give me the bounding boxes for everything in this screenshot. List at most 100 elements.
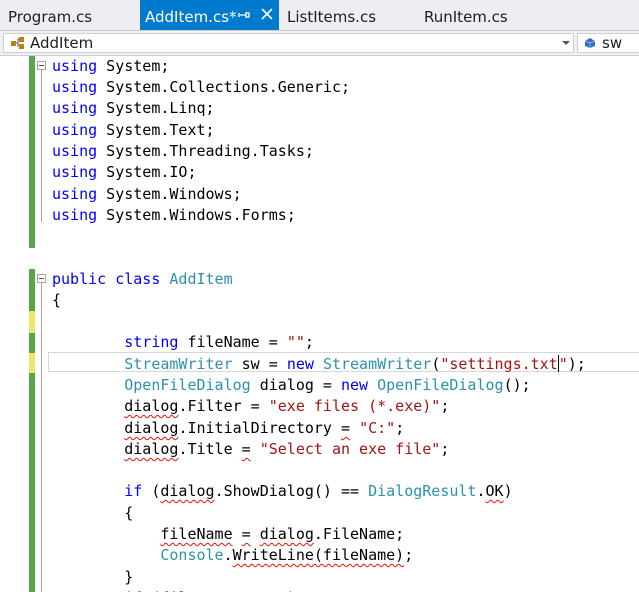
saved-change-marker [29, 333, 35, 353]
code-line[interactable]: fileName = dialog.FileName; [52, 524, 404, 545]
code-token: (); [503, 376, 531, 394]
code-token: OK [485, 482, 504, 500]
code-token: dialog [124, 440, 179, 458]
code-token: dialog = [250, 376, 341, 394]
code-editor[interactable]: using System; using System.Collections.Ge… [0, 56, 639, 592]
code-token: new [286, 355, 314, 373]
code-token: = [241, 440, 251, 458]
code-token: using [52, 185, 98, 203]
code-token: ; [304, 333, 314, 351]
code-token: using [52, 121, 98, 139]
code-token: = [341, 419, 351, 437]
code-token: ; [404, 546, 414, 564]
code-token: System.Threading.Tasks; [97, 142, 314, 160]
code-token: .Title [178, 440, 242, 458]
tab-label: RunItem.cs [424, 8, 508, 26]
code-token: { [52, 291, 62, 309]
tab-label: ListItems.cs [287, 8, 377, 26]
code-line[interactable]: using System.IO; [52, 162, 197, 183]
member-dropdown-value: sw [602, 34, 623, 52]
code-token: dialog [160, 482, 215, 500]
code-token: OpenFileDialog [124, 376, 251, 394]
code-token: class [115, 270, 161, 288]
code-token: OpenFileDialog [377, 376, 504, 394]
code-line[interactable]: public class AddItem [52, 269, 233, 290]
code-line[interactable]: string fileName = ""; [52, 332, 314, 353]
code-line[interactable]: using System.Windows.Forms; [52, 205, 296, 226]
code-line[interactable]: using System.Threading.Tasks; [52, 141, 314, 162]
code-token: ; [440, 440, 450, 458]
chevron-down-icon[interactable] [562, 41, 570, 45]
code-token: ) [503, 482, 513, 500]
member-dropdown[interactable]: sw [577, 33, 639, 53]
collapse-toggle[interactable] [37, 61, 46, 70]
type-dropdown[interactable]: AddItem [3, 33, 574, 53]
code-token: System.Windows.Forms; [97, 206, 296, 224]
unsaved-change-marker [29, 311, 35, 333]
outline-guide [41, 283, 42, 592]
code-line[interactable]: dialog.InitialDirectory = "C:"; [52, 418, 404, 439]
code-line[interactable]: StreamWriter sw = new StreamWriter("sett… [52, 354, 586, 375]
code-line[interactable]: using System.Windows; [52, 184, 242, 205]
code-token: sw = [232, 355, 287, 373]
code-line[interactable]: using System.Linq; [52, 98, 215, 119]
code-line[interactable]: dialog.Title = "Select an exe file"; [52, 439, 449, 460]
code-token: . [223, 546, 233, 564]
code-line[interactable]: using System.Text; [52, 120, 215, 141]
saved-change-marker [29, 56, 35, 248]
code-line[interactable]: using System; [52, 56, 169, 77]
code-token: dialog [124, 397, 179, 415]
code-line[interactable]: using System.Collections.Generic; [52, 77, 350, 98]
pin-icon[interactable] [238, 9, 250, 21]
code-token: public [52, 270, 107, 288]
code-token: System.Text; [97, 121, 215, 139]
code-token: "" [286, 333, 305, 351]
code-token: dialog [124, 419, 179, 437]
code-token: System.Windows; [97, 185, 242, 203]
code-token: .ShowDialog() == [214, 482, 369, 500]
code-token: using [52, 57, 98, 75]
code-token: using [52, 78, 98, 96]
code-line[interactable]: Console.WriteLine(fileName); [52, 545, 413, 566]
code-line[interactable]: } [52, 567, 133, 588]
code-token: "Select an exe file" [259, 440, 441, 458]
tab-runitem-cs[interactable]: RunItem.cs [424, 0, 508, 30]
code-token: fileName [160, 525, 233, 543]
tab-additem-cs[interactable]: AddItem.cs* [140, 0, 279, 30]
tab-listitems-cs[interactable]: ListItems.cs [287, 0, 376, 30]
code-token: using [52, 99, 98, 117]
code-token: . [476, 482, 486, 500]
close-icon[interactable] [260, 7, 274, 21]
code-token: "exe files (*.exe)" [268, 397, 441, 415]
code-token: .InitialDirectory [178, 419, 341, 437]
code-token: string [124, 333, 179, 351]
collapse-toggle[interactable] [37, 274, 46, 283]
code-line[interactable]: if (dialog.ShowDialog() == DialogResult.… [52, 481, 513, 502]
code-token: ; [395, 419, 405, 437]
code-line[interactable]: { [52, 503, 133, 524]
code-line[interactable]: OpenFileDialog dialog = new OpenFileDial… [52, 375, 531, 396]
code-line[interactable]: dialog.Filter = "exe files (*.exe)"; [52, 396, 449, 417]
code-token: using [52, 206, 98, 224]
saved-change-marker [29, 373, 35, 592]
field-icon [584, 38, 596, 48]
code-token: " [558, 355, 568, 373]
code-line[interactable]: if (fileName == "") [52, 588, 296, 592]
tab-program-cs[interactable]: Program.cs [8, 0, 92, 30]
code-token: "settings.txt [440, 355, 558, 373]
code-line[interactable]: { [52, 290, 61, 311]
code-token: ; [440, 397, 450, 415]
code-token: WriteLine(fileName) [232, 546, 405, 564]
code-token: new [341, 376, 369, 394]
